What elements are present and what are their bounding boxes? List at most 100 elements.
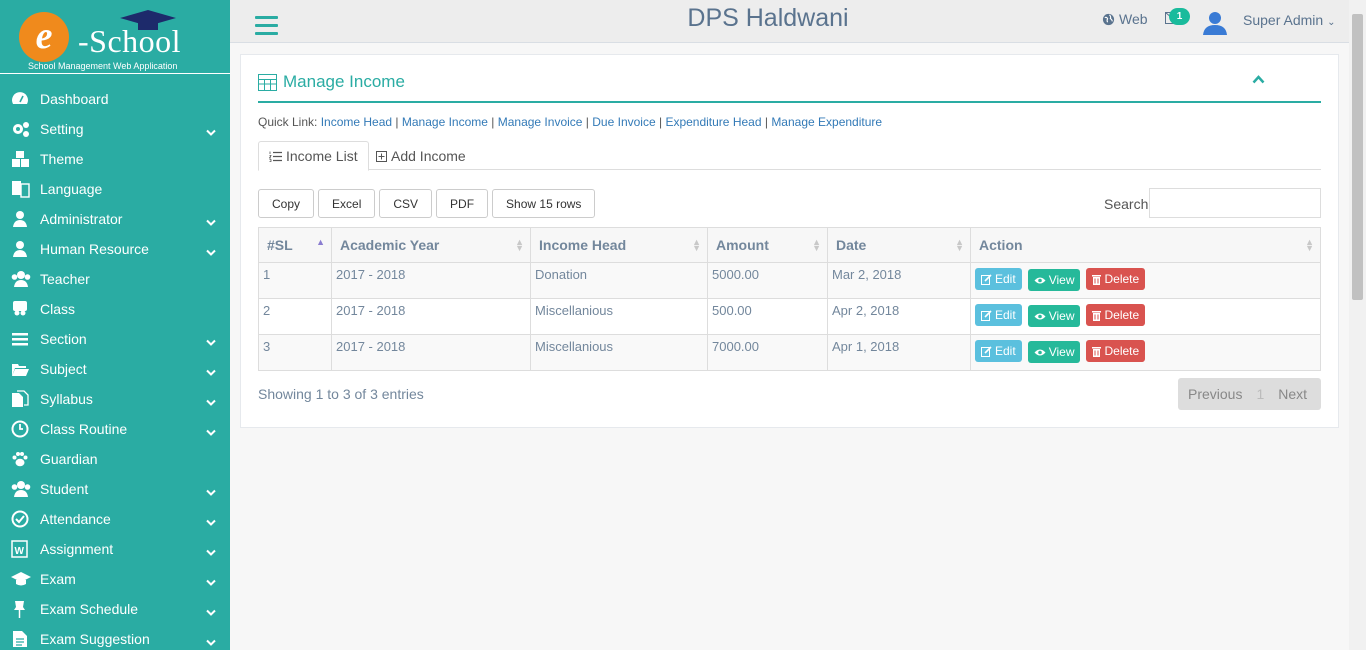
chevron-up-icon[interactable] bbox=[1252, 75, 1265, 84]
user-menu[interactable]: Super Admin ⌄ bbox=[1243, 12, 1335, 28]
sidebar-item-language[interactable]: Language bbox=[0, 174, 230, 204]
sidebar-item-exam-suggestion[interactable]: Exam Suggestion bbox=[0, 624, 230, 650]
pdf-button[interactable]: PDF bbox=[436, 189, 489, 218]
delete-label: Delete bbox=[1104, 344, 1140, 358]
show-rows-button[interactable]: Show 15 rows bbox=[492, 189, 596, 218]
edit-label: Edit bbox=[995, 344, 1016, 358]
sidebar-item-guardian[interactable]: Guardian bbox=[0, 444, 230, 474]
quick-link-manage-invoice[interactable]: Manage Invoice bbox=[498, 115, 583, 129]
eye-icon bbox=[1034, 313, 1046, 319]
column-date[interactable]: Date ▲ ▼ bbox=[827, 227, 971, 263]
sidebar-item-class[interactable]: Class bbox=[0, 294, 230, 324]
cell-sl: 3 bbox=[258, 334, 332, 371]
users-icon bbox=[10, 480, 32, 498]
sidebar-item-subject[interactable]: Subject bbox=[0, 354, 230, 384]
edit-label: Edit bbox=[995, 272, 1016, 286]
graduation-cap-icon bbox=[10, 570, 32, 588]
sidebar-item-label: Section bbox=[40, 331, 87, 347]
user-name: Super Admin bbox=[1243, 12, 1324, 28]
sidebar-item-student[interactable]: Student bbox=[0, 474, 230, 504]
delete-button[interactable]: Delete bbox=[1086, 268, 1146, 290]
cell-amount: 500.00 bbox=[707, 298, 828, 335]
column-amount[interactable]: Amount ▲ ▼ bbox=[707, 227, 828, 263]
quick-link-due-invoice[interactable]: Due Invoice bbox=[592, 115, 655, 129]
sidebar-item-teacher[interactable]: Teacher bbox=[0, 264, 230, 294]
view-button[interactable]: View bbox=[1027, 269, 1081, 291]
sidebar-item-syllabus[interactable]: Syllabus bbox=[0, 384, 230, 414]
view-button[interactable]: View bbox=[1027, 305, 1081, 327]
delete-label: Delete bbox=[1104, 272, 1140, 286]
sidebar-item-setting[interactable]: Setting bbox=[0, 114, 230, 144]
column-action[interactable]: Action ▲ ▼ bbox=[970, 227, 1321, 263]
tab-add-income-label: Add Income bbox=[391, 148, 466, 164]
sidebar-item-attendance[interactable]: Attendance bbox=[0, 504, 230, 534]
column-academic-year[interactable]: Academic Year ▲ ▼ bbox=[331, 227, 531, 263]
web-link[interactable]: Web bbox=[1102, 11, 1148, 27]
view-button[interactable]: View bbox=[1027, 341, 1081, 363]
scrollbar-thumb[interactable] bbox=[1352, 14, 1363, 300]
tab-add-income[interactable]: Add Income bbox=[366, 141, 476, 171]
user-icon bbox=[10, 210, 32, 228]
quick-link-income-head[interactable]: Income Head bbox=[321, 115, 392, 129]
manage-income-panel: Manage Income Quick Link: Income Head | … bbox=[240, 54, 1339, 428]
eye-icon bbox=[1034, 277, 1046, 283]
sidebar-item-label: Administrator bbox=[40, 211, 123, 227]
sidebar-item-label: Subject bbox=[40, 361, 87, 377]
sidebar-item-assignment[interactable]: W Assignment bbox=[0, 534, 230, 564]
scrollbar[interactable] bbox=[1349, 0, 1366, 650]
quick-link-manage-expenditure[interactable]: Manage Expenditure bbox=[771, 115, 882, 129]
sidebar-item-class-routine[interactable]: Class Routine bbox=[0, 414, 230, 444]
edit-button[interactable]: Edit bbox=[975, 304, 1022, 326]
sidebar-item-theme[interactable]: Theme bbox=[0, 144, 230, 174]
view-label: View bbox=[1048, 345, 1075, 359]
globe-icon bbox=[1102, 13, 1115, 25]
users-icon bbox=[10, 270, 32, 288]
edit-button[interactable]: Edit bbox=[975, 268, 1022, 290]
search-input[interactable] bbox=[1149, 188, 1321, 218]
column-header-label: Amount bbox=[716, 237, 769, 253]
sort-icon: ▲ ▼ bbox=[515, 237, 524, 253]
cell-date: Apr 2, 2018 bbox=[827, 298, 971, 335]
column-sl[interactable]: #SL ▲ bbox=[258, 227, 332, 263]
sidebar-item-label: Theme bbox=[40, 151, 84, 167]
sidebar-item-label: Attendance bbox=[40, 511, 111, 527]
sidebar-item-exam[interactable]: Exam bbox=[0, 564, 230, 594]
page-1-button[interactable]: 1 bbox=[1252, 386, 1268, 402]
cell-head: Miscellanious bbox=[530, 334, 708, 371]
web-label: Web bbox=[1119, 11, 1148, 27]
plus-square-icon bbox=[376, 150, 387, 162]
svg-text:W: W bbox=[15, 546, 25, 557]
sort-icon: ▲ ▼ bbox=[692, 237, 701, 253]
sidebar-item-exam-schedule[interactable]: Exam Schedule bbox=[0, 594, 230, 624]
quick-link-manage-income[interactable]: Manage Income bbox=[402, 115, 488, 129]
csv-button[interactable]: CSV bbox=[379, 189, 433, 218]
delete-button[interactable]: Delete bbox=[1086, 340, 1146, 362]
sidebar-item-section[interactable]: Section bbox=[0, 324, 230, 354]
sidebar-item-label: Student bbox=[40, 481, 89, 497]
tab-income-list[interactable]: Income List bbox=[258, 141, 369, 171]
copy-button[interactable]: Copy bbox=[258, 189, 315, 218]
sidebar-item-label: Setting bbox=[40, 121, 84, 137]
sidebar-item-dashboard[interactable]: Dashboard bbox=[0, 84, 230, 114]
income-table: #SL ▲ Academic Year ▲ ▼ Income Head ▲ ▼ Amoun… bbox=[258, 227, 1321, 371]
chevron-down-icon bbox=[206, 513, 216, 529]
chevron-down-icon: ⌄ bbox=[1327, 17, 1336, 28]
column-header-label: #SL bbox=[267, 237, 293, 253]
excel-button[interactable]: Excel bbox=[318, 189, 376, 218]
sidebar-item-human-resource[interactable]: Human Resource bbox=[0, 234, 230, 264]
next-button[interactable]: Next bbox=[1268, 386, 1317, 402]
sidebar-item-administrator[interactable]: Administrator bbox=[0, 204, 230, 234]
edit-button[interactable]: Edit bbox=[975, 340, 1022, 362]
chevron-down-icon bbox=[206, 333, 216, 349]
quick-link-expenditure-head[interactable]: Expenditure Head bbox=[665, 115, 761, 129]
chevron-down-icon bbox=[206, 483, 216, 499]
edit-icon bbox=[981, 345, 992, 357]
delete-button[interactable]: Delete bbox=[1086, 304, 1146, 326]
sidebar-menu: Dashboard Setting Theme Language Administrat… bbox=[0, 84, 230, 650]
previous-button[interactable]: Previous bbox=[1178, 386, 1252, 402]
column-income-head[interactable]: Income Head ▲ ▼ bbox=[530, 227, 708, 263]
gears-icon bbox=[10, 120, 32, 138]
user-avatar-icon[interactable] bbox=[1202, 9, 1228, 35]
logo[interactable]: e -School School Management Web Applicat… bbox=[0, 0, 230, 74]
cell-amount: 7000.00 bbox=[707, 334, 828, 371]
